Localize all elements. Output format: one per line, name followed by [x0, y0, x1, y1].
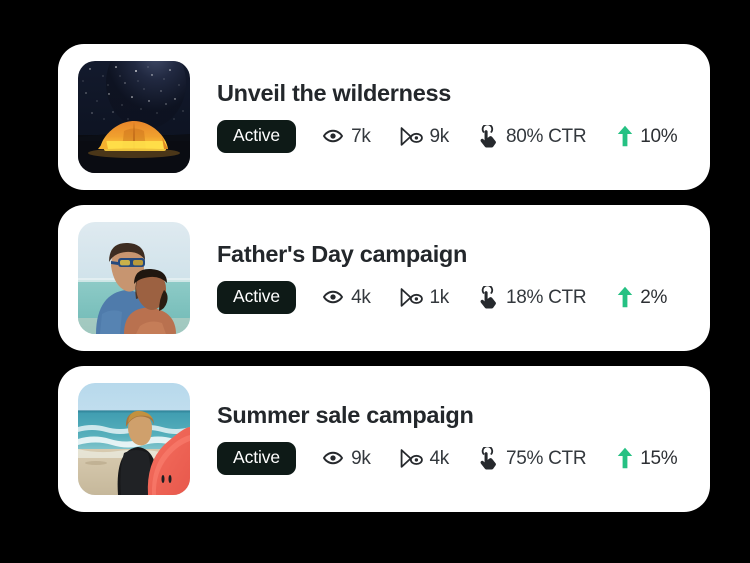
tap-hand-icon [477, 446, 499, 470]
campaign-thumbnail [78, 222, 190, 334]
stat-views-value: 1k [429, 286, 450, 308]
eye-icon [322, 447, 344, 469]
stat-views-value: 9k [429, 125, 450, 147]
campaign-title: Summer sale campaign [217, 402, 474, 429]
campaign-stats-row: Active 9k 4k 75% CTR 15% [217, 442, 688, 475]
stat-trend: 10% [617, 125, 678, 147]
stat-ctr-value: 18% CTR [506, 286, 587, 308]
tap-hand-icon [477, 124, 499, 148]
campaign-title: Unveil the wilderness [217, 80, 452, 107]
stat-trend-value: 15% [640, 447, 678, 469]
arrow-up-icon [617, 286, 633, 308]
stat-impressions-value: 4k [351, 286, 371, 308]
eye-icon [322, 286, 344, 308]
stat-impressions: 4k [322, 286, 371, 308]
campaign-list-screen: Unveil the wilderness Active 7k 9k 80% C… [0, 0, 750, 563]
campaign-stats-row: Active 7k 9k 80% CTR 10% [217, 120, 688, 153]
tap-hand-icon [477, 285, 499, 309]
campaign-title: Father's Day campaign [217, 241, 468, 268]
stat-impressions-value: 9k [351, 447, 371, 469]
campaign-stats-row: Active 4k 1k 18% CTR 2% [217, 281, 688, 314]
stat-views: 9k [398, 125, 449, 148]
campaign-card-list: Unveil the wilderness Active 7k 9k 80% C… [58, 44, 710, 512]
stat-trend-value: 2% [640, 286, 668, 308]
arrow-up-icon [617, 125, 633, 147]
stat-views: 1k [398, 286, 449, 309]
cursor-eye-icon [398, 286, 423, 309]
campaign-thumbnail [78, 61, 190, 173]
stat-trend-value: 10% [640, 125, 678, 147]
stat-ctr: 75% CTR [477, 446, 587, 470]
stat-trend: 15% [617, 447, 678, 469]
stat-views: 4k [398, 447, 449, 470]
stat-impressions-value: 7k [351, 125, 371, 147]
cursor-eye-icon [398, 447, 423, 470]
campaign-card-body: Summer sale campaign Active 9k 4k 75% CT… [217, 402, 688, 475]
campaign-card[interactable]: Father's Day campaign Active 4k 1k 18% C… [58, 205, 710, 351]
campaign-card[interactable]: Unveil the wilderness Active 7k 9k 80% C… [58, 44, 710, 190]
stat-impressions: 7k [322, 125, 371, 147]
stat-ctr: 18% CTR [477, 285, 587, 309]
stat-impressions: 9k [322, 447, 371, 469]
stat-views-value: 4k [429, 447, 450, 469]
status-badge[interactable]: Active [217, 281, 297, 314]
stat-ctr-value: 80% CTR [506, 125, 587, 147]
arrow-up-icon [617, 447, 633, 469]
status-badge[interactable]: Active [217, 442, 297, 475]
campaign-card-body: Father's Day campaign Active 4k 1k 18% C… [217, 241, 688, 314]
status-badge[interactable]: Active [217, 120, 297, 153]
stat-ctr-value: 75% CTR [506, 447, 587, 469]
stat-ctr: 80% CTR [477, 124, 587, 148]
cursor-eye-icon [398, 125, 423, 148]
campaign-thumbnail [78, 383, 190, 495]
eye-icon [322, 125, 344, 147]
campaign-card-body: Unveil the wilderness Active 7k 9k 80% C… [217, 80, 688, 153]
stat-trend: 2% [617, 286, 667, 308]
campaign-card[interactable]: Summer sale campaign Active 9k 4k 75% CT… [58, 366, 710, 512]
